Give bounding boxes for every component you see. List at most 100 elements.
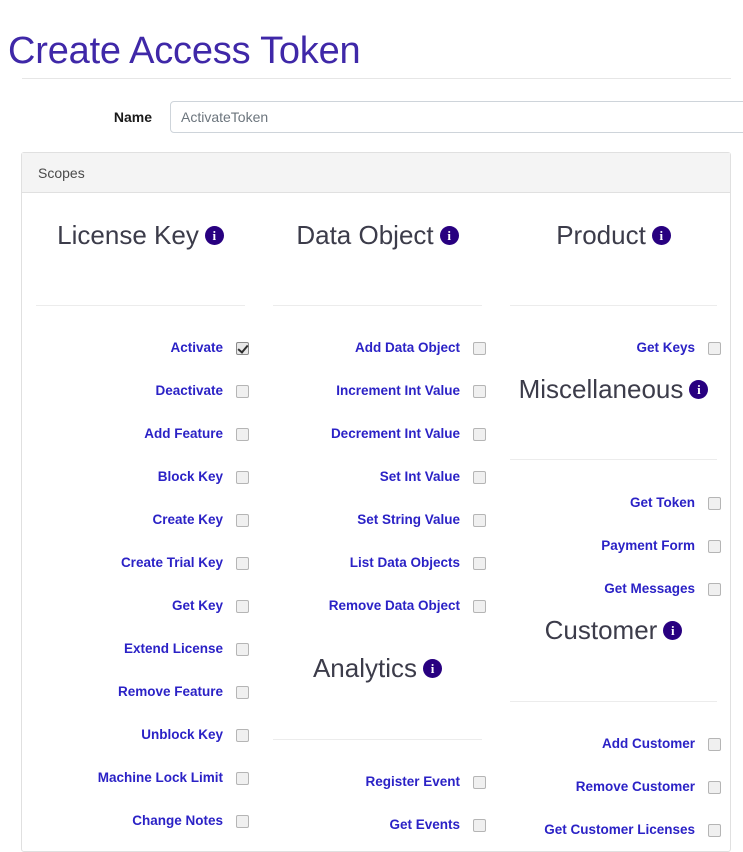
scope-row[interactable]: Remove Feature [22,682,259,702]
scope-label: Add Customer [601,736,695,751]
scope-column-license-key: License Key i Activate Deactivate Add Featu… [22,193,259,851]
scopes-body: License Key i Activate Deactivate Add Featu… [22,193,730,851]
scope-row[interactable]: Create Trial Key [22,553,259,573]
scope-checkbox[interactable] [236,815,249,828]
scope-checkbox[interactable] [236,686,249,699]
scope-row[interactable]: Get Keys [496,338,731,358]
scopes-header-label: Scopes [38,165,85,181]
info-icon[interactable]: i [651,226,671,245]
name-label: Name [113,109,152,125]
scope-checkbox[interactable] [473,428,486,441]
scope-label: Remove Data Object [328,598,460,613]
scope-checkbox[interactable] [236,600,249,613]
scopes-card: Scopes License Key i Activate Deactivate Ad… [21,152,731,852]
scope-row[interactable]: Deactivate [22,381,259,401]
scope-checkbox[interactable] [708,738,721,751]
group-divider [273,305,482,306]
info-icon[interactable]: i [423,659,443,678]
scope-row[interactable]: Machine Lock Limit [22,768,259,788]
group-heading-license-key: License Key i [22,219,259,251]
scope-checkbox[interactable] [473,776,486,789]
info-icon[interactable]: i [663,621,683,640]
scope-row[interactable]: Get Messages [496,579,731,599]
scope-checkbox[interactable] [473,385,486,398]
scope-checkbox[interactable] [473,514,486,527]
scope-checkbox[interactable] [473,557,486,570]
scope-label: Get Customer Licenses [544,822,695,837]
scope-checkbox[interactable] [473,819,486,832]
scope-label: Create Key [152,512,223,527]
scope-column-data-object: Data Object i Add Data Object Increment In… [259,193,496,851]
scope-checkbox[interactable] [236,471,249,484]
scope-checkbox[interactable] [473,600,486,613]
scope-row[interactable]: Get Token [496,493,731,513]
group-title-customer: Customer [544,615,658,645]
scope-row[interactable]: List Data Objects [259,553,496,573]
info-icon[interactable]: i [204,226,224,245]
scope-row[interactable]: Get Events [259,815,496,835]
scope-row[interactable]: Remove Data Object [259,596,496,616]
scope-checkbox[interactable] [708,540,721,553]
scope-label: Activate [170,340,223,355]
scope-checkbox[interactable] [708,497,721,510]
info-icon[interactable]: i [689,380,709,399]
group-heading-data-object: Data Object i [259,219,496,251]
group-title-data-object: Data Object [296,220,434,250]
scope-label: Increment Int Value [336,383,460,398]
scope-label: Get Messages [604,581,695,596]
scope-label: Decrement Int Value [330,426,460,441]
group-divider [510,459,717,460]
scope-row[interactable]: Get Key [22,596,259,616]
scope-label: Add Data Object [354,340,460,355]
scope-row[interactable]: Block Key [22,467,259,487]
scope-checkbox[interactable] [236,772,249,785]
scope-row[interactable]: Extend License [22,639,259,659]
scope-row[interactable]: Unblock Key [22,725,259,745]
scope-row[interactable]: Activate [22,338,259,358]
page-title: Create Access Token [8,30,361,73]
scope-label: Add Feature [144,426,223,441]
scope-label: Set String Value [357,512,460,527]
scope-checkbox[interactable] [473,342,486,355]
group-divider [36,305,245,306]
scope-checkbox[interactable] [236,729,249,742]
scope-checkbox[interactable] [236,514,249,527]
scope-checkbox[interactable] [236,643,249,656]
scope-label: Get Key [171,598,223,613]
info-icon[interactable]: i [439,226,459,245]
scope-row[interactable]: Get Customer Licenses [496,820,731,840]
scope-checkbox[interactable] [708,781,721,794]
scope-checkbox[interactable] [473,471,486,484]
scope-checkbox[interactable] [236,428,249,441]
scope-row[interactable]: Set Int Value [259,467,496,487]
scope-checkbox[interactable] [236,557,249,570]
scope-checkbox[interactable] [708,342,721,355]
group-divider [510,305,717,306]
scope-row[interactable]: Set String Value [259,510,496,530]
scope-checkbox[interactable] [708,824,721,837]
scope-checkbox[interactable] [236,342,249,355]
scope-row[interactable]: Decrement Int Value [259,424,496,444]
scope-row[interactable]: Create Key [22,510,259,530]
scope-checkbox[interactable] [708,583,721,596]
scope-checkbox[interactable] [236,385,249,398]
name-input[interactable] [170,101,743,133]
scope-row[interactable]: Add Data Object [259,338,496,358]
group-heading-miscellaneous: Miscellaneous i [496,373,731,405]
scope-row[interactable]: Remove Customer [496,777,731,797]
scope-row[interactable]: Payment Form [496,536,731,556]
group-heading-analytics: Analytics i [259,652,496,684]
scope-label: Remove Customer [575,779,695,794]
scope-row[interactable]: Register Event [259,772,496,792]
scope-label: Get Keys [636,340,695,355]
scope-row[interactable]: Increment Int Value [259,381,496,401]
group-title-analytics: Analytics [312,653,418,683]
scope-column-product: Product i Get Keys Miscellaneous i Get Tok… [496,193,731,851]
scope-label: List Data Objects [349,555,460,570]
group-divider [273,739,482,740]
scope-row[interactable]: Change Notes [22,811,259,831]
scope-row[interactable]: Add Feature [22,424,259,444]
group-title-product: Product [556,220,646,250]
scope-row[interactable]: Add Customer [496,734,731,754]
scopes-card-header: Scopes [22,153,730,193]
